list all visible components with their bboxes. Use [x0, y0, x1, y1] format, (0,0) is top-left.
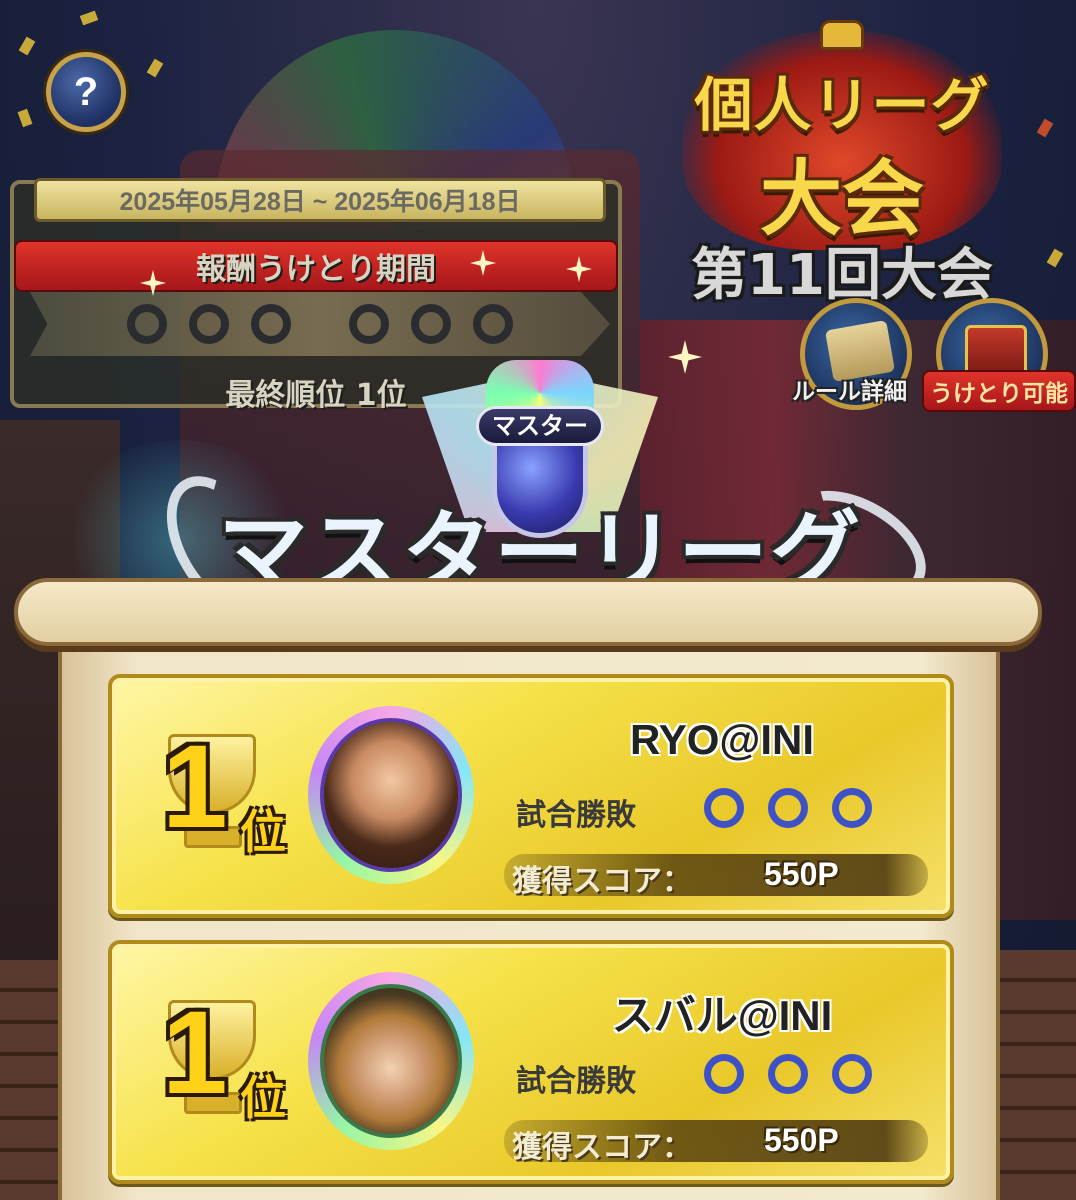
score-label: 獲得スコア：: [512, 864, 692, 899]
brick-pillar-left: [0, 960, 62, 1200]
logo-title-line1: 個人リーグ: [694, 71, 990, 139]
score-value: 550P: [764, 1122, 839, 1158]
rules-button-label[interactable]: ルール詳細: [792, 372, 907, 406]
win-circle-icon: [832, 788, 872, 828]
match-results: [704, 788, 872, 828]
match-result-label: 試合勝敗: [516, 798, 636, 833]
date-range: 2025年05月28日 ~ 2025年06月18日: [34, 178, 606, 222]
player-avatar: [308, 972, 474, 1150]
progress-ring: [251, 304, 291, 344]
rank-number: 1: [162, 987, 228, 1119]
progress-ring: [189, 304, 229, 344]
help-button[interactable]: ?: [46, 52, 126, 132]
win-circle-icon: [768, 1054, 808, 1094]
player-avatar: [308, 706, 474, 884]
progress-ring: [127, 304, 167, 344]
ranking-card[interactable]: 1 位 スバル@INI 試合勝敗 獲得スコア： 550P: [108, 940, 954, 1184]
character-portrait: [320, 984, 462, 1138]
player-name: RYO@INI: [629, 716, 815, 763]
ranking-card[interactable]: 1 位 RYO@INI 試合勝敗 獲得スコア： 550P: [108, 674, 954, 918]
reward-available-badge[interactable]: うけとり可能: [922, 370, 1076, 412]
scroll-header: [14, 578, 1042, 646]
match-results: [704, 1054, 872, 1094]
score-label: 獲得スコア：: [512, 1130, 692, 1165]
question-mark-icon: ?: [73, 69, 99, 114]
rank-unit: 位: [240, 1071, 286, 1125]
rank-unit: 位: [240, 805, 286, 859]
character-portrait: [320, 718, 462, 872]
rank-number: 1: [162, 721, 228, 853]
brick-pillar-right: [1000, 950, 1076, 1200]
win-circle-icon: [704, 788, 744, 828]
player-name: スバル@INI: [611, 992, 833, 1039]
reward-period-label: 報酬うけとり期間: [14, 240, 618, 292]
win-circle-icon: [768, 788, 808, 828]
progress-ring: [349, 304, 389, 344]
win-circle-icon: [832, 1054, 872, 1094]
match-result-label: 試合勝敗: [516, 1064, 636, 1099]
league-badge-label: マスター: [476, 406, 604, 446]
win-circle-icon: [704, 1054, 744, 1094]
score-value: 550P: [764, 856, 839, 892]
crown-icon: [820, 20, 864, 50]
